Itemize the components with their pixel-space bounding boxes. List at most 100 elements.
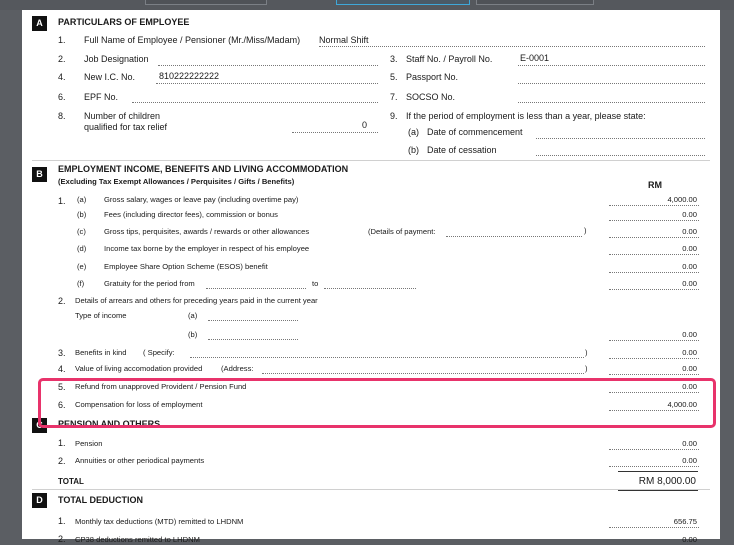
close-paren: ): [584, 226, 587, 235]
pension-amount: 0.00: [682, 439, 697, 448]
esos-amount: 0.00: [682, 262, 697, 271]
amount-line: [609, 205, 699, 206]
total-box: RM 8,000.00: [618, 471, 698, 491]
commencement-label: Date of commencement: [427, 127, 523, 137]
income-type-a-line: [208, 320, 298, 321]
passport-label: Passport No.: [406, 72, 459, 82]
tips-amount: 0.00: [682, 227, 697, 236]
row-number: 9.: [390, 111, 398, 121]
amount-line: [609, 340, 699, 341]
living-address-line: [262, 373, 584, 374]
pension-label: Pension: [75, 439, 103, 448]
ic-label: New I.C. No.: [84, 72, 136, 82]
item-key: (b): [77, 210, 87, 219]
toolbar-button-active[interactable]: [336, 0, 470, 5]
staff-no-value: E-0001: [520, 53, 550, 63]
section-b-subtitle: (Excluding Tax Exempt Allowances / Perqu…: [58, 177, 295, 186]
item-key: (f): [77, 279, 85, 288]
cp38-amount: 0.00: [682, 535, 697, 544]
living-address-label: (Address:: [221, 364, 254, 373]
children-label-1: Number of children: [84, 111, 161, 121]
item-key: (a): [408, 127, 419, 137]
close-paren: ): [585, 364, 588, 373]
section-divider: [32, 160, 710, 161]
job-designation-line: [158, 65, 378, 66]
bik-amount: 0.00: [682, 348, 697, 357]
bik-label: Benefits in kind: [75, 348, 127, 357]
amount-line: [609, 527, 699, 528]
payment-details-line: [446, 236, 582, 237]
row-number: 1.: [58, 35, 66, 45]
toolbar-button[interactable]: [145, 0, 267, 5]
total-label: TOTAL: [58, 477, 84, 486]
gratuity-label: Gratuity for the period from: [104, 279, 195, 288]
item-key: (b): [408, 145, 419, 155]
row-number: 6.: [58, 92, 66, 102]
arrears-label: Details of arrears and others for preced…: [75, 296, 318, 305]
row-number: 1.: [58, 196, 66, 206]
living-amount: 0.00: [682, 364, 697, 373]
fees-label: Fees (including director fees), commissi…: [104, 210, 278, 219]
staff-no-line: [518, 65, 705, 66]
gross-salary-label: Gross salary, wages or leave pay (includ…: [104, 195, 299, 204]
row-number: 1.: [58, 438, 66, 448]
row-number: 2.: [58, 296, 66, 306]
gratuity-from-line: [206, 288, 306, 289]
section-a-title: PARTICULARS OF EMPLOYEE: [58, 17, 190, 27]
row-number: 2.: [58, 534, 66, 544]
gratuity-to-label: to: [312, 279, 319, 288]
children-value: 0: [362, 120, 368, 130]
socso-label: SOCSO No.: [406, 92, 456, 102]
item-key: (a): [188, 311, 198, 320]
full-name-value: Normal Shift: [319, 35, 369, 45]
fees-amount: 0.00: [682, 210, 697, 219]
cessation-label: Date of cessation: [427, 145, 497, 155]
epf-label: EPF No.: [84, 92, 119, 102]
commencement-line: [536, 138, 705, 139]
viewer-toolbar: [0, 0, 734, 10]
gratuity-amount: 0.00: [682, 279, 697, 288]
annuities-amount: 0.00: [682, 456, 697, 465]
ic-value: 810222222222: [159, 71, 220, 81]
tax-borne-amount: 0.00: [682, 244, 697, 253]
mtd-label: Monthly tax deductions (MTD) remitted to…: [75, 517, 244, 526]
amount-line: [609, 449, 699, 450]
section-divider: [32, 489, 710, 490]
row-number: 4.: [58, 364, 66, 374]
row-number: 8.: [58, 111, 66, 121]
item-key: (c): [77, 227, 86, 236]
full-name-line: [319, 46, 705, 47]
gratuity-to-line: [324, 288, 416, 289]
section-b-title: EMPLOYMENT INCOME, BENEFITS AND LIVING A…: [58, 164, 349, 174]
row-number: 2.: [58, 54, 66, 64]
total-amount: RM 8,000.00: [638, 476, 696, 487]
row-number: 3.: [390, 54, 398, 64]
item-key: (a): [77, 195, 87, 204]
highlight-annotation: [38, 378, 716, 428]
cp38-label: CP38 deductions remitted to LHDNM: [75, 535, 200, 544]
toolbar-button[interactable]: [476, 0, 594, 5]
row-number: 5.: [390, 72, 398, 82]
close-paren: ): [585, 348, 588, 357]
gross-salary-amount: 4,000.00: [667, 195, 697, 204]
living-accommodation-label: Value of living accomodation provided: [75, 364, 203, 373]
section-d-title: TOTAL DEDUCTION: [58, 495, 143, 505]
children-line: [292, 132, 378, 133]
tax-borne-label: Income tax borne by the employer in resp…: [104, 244, 310, 253]
payment-details-label: (Details of payment:: [368, 227, 436, 236]
income-type-b-line: [208, 339, 298, 340]
tips-label: Gross tips, perquisites, awards / reward…: [104, 227, 310, 236]
currency-header: RM: [648, 180, 662, 190]
amount-line: [609, 466, 699, 467]
row-number: 1.: [58, 516, 66, 526]
row-number: 3.: [58, 348, 66, 358]
amount-line: [609, 254, 699, 255]
amount-line: [609, 289, 699, 290]
epf-line: [132, 102, 378, 103]
mtd-amount: 656.75: [673, 517, 697, 526]
amount-line: [609, 220, 699, 221]
bik-specify-label: ( Specify:: [143, 348, 175, 357]
amount-line: [609, 374, 699, 375]
row-number: 2.: [58, 456, 66, 466]
amount-line: [609, 272, 699, 273]
